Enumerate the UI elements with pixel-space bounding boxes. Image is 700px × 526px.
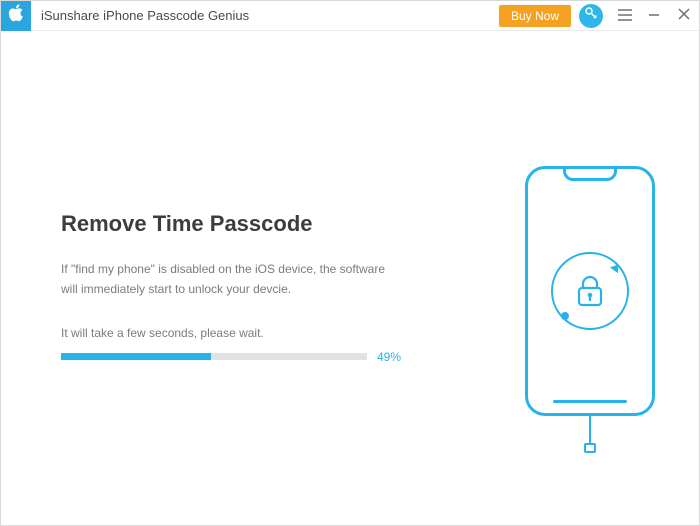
wait-text: It will take a few seconds, please wait. bbox=[61, 326, 401, 340]
lock-icon bbox=[575, 274, 605, 308]
close-icon bbox=[678, 7, 690, 25]
register-key-button[interactable] bbox=[579, 4, 603, 28]
page-heading: Remove Time Passcode bbox=[61, 211, 401, 237]
minimize-button[interactable] bbox=[639, 1, 669, 31]
app-window: iSunshare iPhone Passcode Genius Buy Now bbox=[0, 0, 700, 526]
description-text: If "find my phone" is disabled on the iO… bbox=[61, 259, 401, 300]
ring-arrow-icon bbox=[610, 262, 622, 273]
menu-button[interactable] bbox=[611, 1, 639, 31]
close-button[interactable] bbox=[669, 1, 699, 31]
buy-now-button[interactable]: Buy Now bbox=[499, 5, 571, 27]
left-pane: Remove Time Passcode If "find my phone" … bbox=[61, 211, 401, 364]
usb-cable-icon bbox=[589, 416, 591, 444]
progress-bar: 49% bbox=[61, 350, 401, 364]
progress-track bbox=[61, 353, 367, 360]
content-area: Remove Time Passcode If "find my phone" … bbox=[1, 31, 699, 525]
titlebar: iSunshare iPhone Passcode Genius Buy Now bbox=[1, 1, 699, 31]
phone-home-indicator-icon bbox=[553, 400, 627, 403]
phone-illustration bbox=[515, 166, 665, 486]
ring-dot-icon bbox=[561, 312, 569, 320]
apple-icon bbox=[8, 4, 24, 27]
app-logo bbox=[1, 1, 31, 31]
progress-fill bbox=[61, 353, 211, 360]
app-title: iSunshare iPhone Passcode Genius bbox=[41, 8, 249, 23]
lock-ring-icon bbox=[551, 252, 629, 330]
usb-plug-icon bbox=[584, 443, 596, 453]
key-icon bbox=[584, 6, 598, 25]
phone-outline-icon bbox=[525, 166, 655, 416]
progress-percent-label: 49% bbox=[377, 350, 401, 364]
phone-notch-icon bbox=[563, 169, 617, 181]
minimize-icon bbox=[648, 8, 660, 24]
hamburger-icon bbox=[618, 8, 632, 24]
